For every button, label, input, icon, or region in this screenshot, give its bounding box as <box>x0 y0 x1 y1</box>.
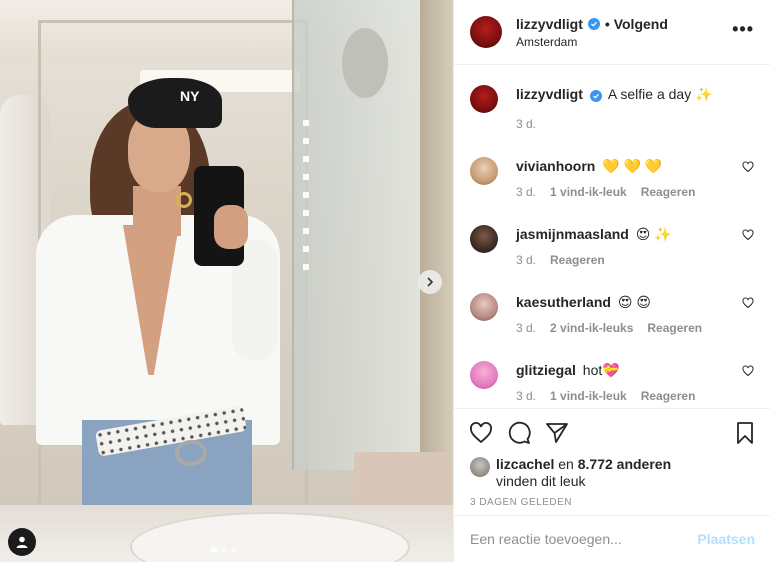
add-comment-bar: Plaatsen <box>454 515 770 562</box>
commenter-username[interactable]: glitziegal <box>516 362 576 378</box>
author-username[interactable]: lizzyvdligt <box>516 16 583 32</box>
comment-item: vivianhoorn 💛 💛 💛 3 d. 1 vind-ik-leuk Re… <box>470 157 754 199</box>
verified-icon <box>587 17 600 30</box>
carousel-next-button[interactable] <box>418 270 442 294</box>
post-comment-button[interactable]: Plaatsen <box>697 531 755 547</box>
commenter-avatar[interactable] <box>470 157 498 185</box>
post-header: lizzyvdligt • Volgend Amsterdam ••• <box>454 0 770 65</box>
caption-avatar[interactable] <box>470 85 498 113</box>
user-tag-button[interactable] <box>8 528 36 556</box>
likes-and: en <box>558 456 574 472</box>
caption-username[interactable]: lizzyvdligt <box>516 86 583 102</box>
comment-like-heart-icon[interactable] <box>742 161 754 173</box>
commenter-avatar[interactable] <box>470 361 498 389</box>
likes-summary: lizcachel en 8.772 anderen vinden dit le… <box>454 456 770 490</box>
caption: lizzyvdligt A selfie a day ✨ 3 d. <box>470 85 754 131</box>
comment-like-heart-icon[interactable] <box>742 365 754 377</box>
author-avatar[interactable] <box>470 16 502 48</box>
reply-button[interactable]: Reageren <box>647 321 702 335</box>
user-tag-icon <box>16 536 28 548</box>
comment-icon[interactable] <box>507 421 531 445</box>
carousel-dot <box>221 547 227 553</box>
more-options-button[interactable]: ••• <box>732 20 754 38</box>
carousel-dot <box>231 547 237 553</box>
chevron-right-icon <box>427 277 434 287</box>
comments-list: lizzyvdligt A selfie a day ✨ 3 d. vivian… <box>454 65 770 408</box>
reply-button[interactable]: Reageren <box>550 253 605 267</box>
commenter-username[interactable]: vivianhoorn <box>516 158 595 174</box>
reply-button[interactable]: Reageren <box>641 389 696 403</box>
comment-like-heart-icon[interactable] <box>742 297 754 309</box>
photo-belt-buckle <box>175 440 207 466</box>
follow-status-button[interactable]: • Volgend <box>605 16 668 32</box>
carousel-indicator <box>211 547 237 553</box>
post-location[interactable]: Amsterdam <box>516 35 668 49</box>
comment-time[interactable]: 3 d. <box>516 389 536 403</box>
commenter-username[interactable]: kaesutherland <box>516 294 611 310</box>
reply-button[interactable]: Reageren <box>641 185 696 199</box>
commenter-username[interactable]: jasmijnmaasland <box>516 226 629 242</box>
comment-item: jasmijnmaasland 😍 ✨ 3 d. Reageren <box>470 225 754 267</box>
comment-text: hot💝 <box>582 362 620 378</box>
photo-earring <box>176 192 192 208</box>
comment-input[interactable] <box>470 531 698 547</box>
post-sidebar: lizzyvdligt • Volgend Amsterdam ••• lizz… <box>453 0 770 562</box>
likes-suffix: vinden dit leuk <box>496 473 586 489</box>
comment-item: kaesutherland 😍 😍 3 d. 2 vind-ik-leuks R… <box>470 293 754 335</box>
comment-text: 😍 ✨ <box>635 226 672 242</box>
photo-hand <box>214 205 248 249</box>
photo-cap-logo: NY <box>180 88 200 104</box>
photo-neck <box>133 186 181 236</box>
comment-text: 💛 💛 💛 <box>602 158 663 174</box>
comment-likes[interactable]: 1 vind-ik-leuk <box>550 389 627 403</box>
caption-time[interactable]: 3 d. <box>516 117 536 131</box>
bookmark-icon[interactable] <box>733 421 757 445</box>
post-date[interactable]: 3 DAGEN GELEDEN <box>454 497 770 508</box>
liker-username[interactable]: lizcachel <box>496 456 554 472</box>
action-bar <box>454 408 770 448</box>
share-icon[interactable] <box>545 421 569 445</box>
verified-icon <box>589 90 602 102</box>
liker-avatar[interactable] <box>470 457 490 477</box>
comment-time[interactable]: 3 d. <box>516 185 536 199</box>
comment-item: glitziegal hot💝 3 d. 1 vind-ik-leuk Reag… <box>470 361 754 403</box>
comment-likes[interactable]: 2 vind-ik-leuks <box>550 321 633 335</box>
commenter-avatar[interactable] <box>470 293 498 321</box>
photo-cap <box>128 78 222 128</box>
comment-like-heart-icon[interactable] <box>742 229 754 241</box>
comment-likes[interactable]: 1 vind-ik-leuk <box>550 185 627 199</box>
carousel-dot <box>211 547 217 553</box>
post-photo[interactable]: NY <box>0 0 453 562</box>
comment-time[interactable]: 3 d. <box>516 253 536 267</box>
caption-text: A selfie a day ✨ <box>607 86 713 102</box>
commenter-avatar[interactable] <box>470 225 498 253</box>
photo-stool <box>354 452 450 512</box>
heart-icon[interactable] <box>469 421 493 445</box>
comment-text: 😍 😍 <box>617 294 651 310</box>
comment-time[interactable]: 3 d. <box>516 321 536 335</box>
photo-door-ornament <box>342 28 388 98</box>
likes-others-link[interactable]: 8.772 anderen <box>578 456 671 472</box>
photo-mirror-lights <box>303 120 309 270</box>
